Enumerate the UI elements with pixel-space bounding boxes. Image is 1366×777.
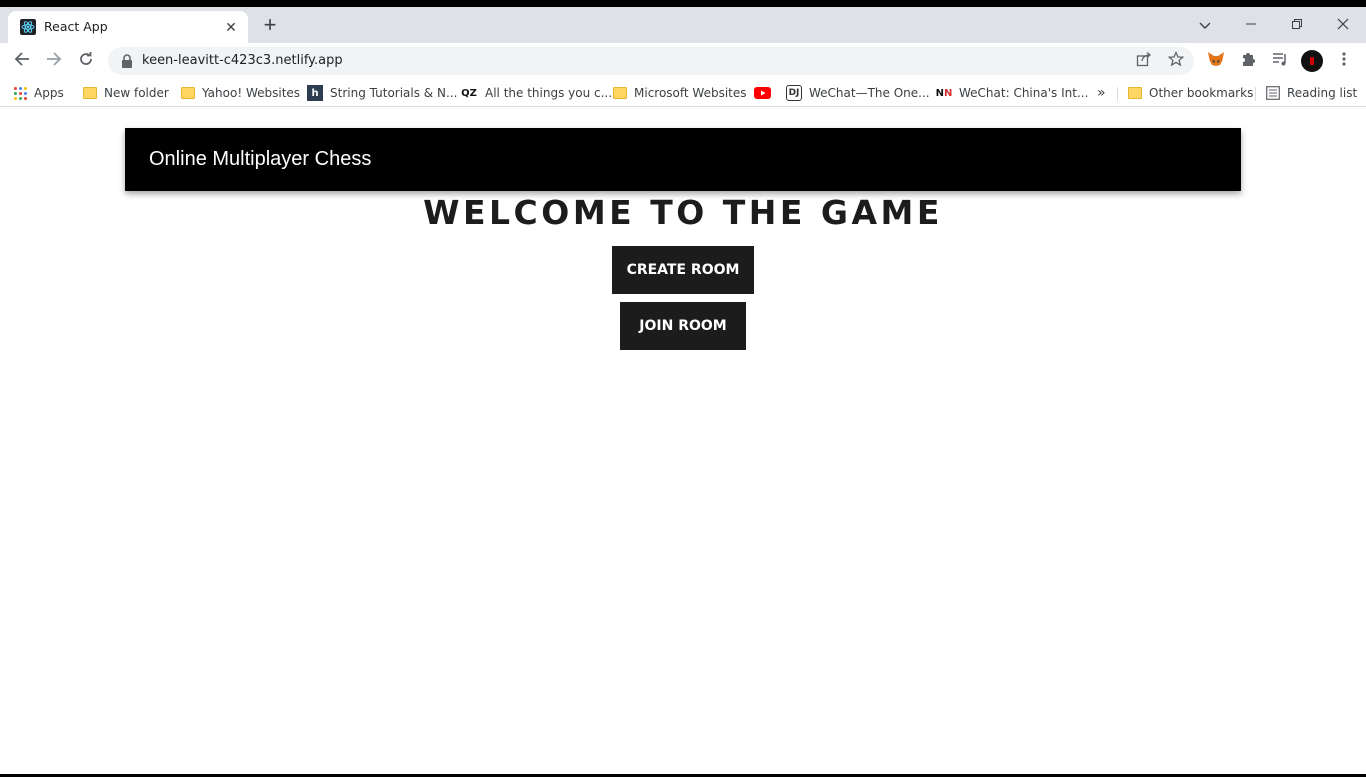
reload-icon[interactable] — [73, 48, 99, 74]
overflow-chevron-icon: » — [1097, 85, 1106, 101]
restore-icon[interactable] — [1285, 13, 1309, 37]
bookmarks-divider — [1117, 87, 1118, 101]
more-menu-icon[interactable] — [1334, 51, 1354, 71]
h-icon: h — [307, 85, 323, 101]
dj-icon: DJ — [786, 85, 802, 101]
metamask-fox-icon[interactable] — [1206, 51, 1226, 71]
bookmark-label: Reading list — [1287, 86, 1358, 100]
browser-window: React App ✕ + keen-leavitt-c423c3.netlif… — [0, 7, 1366, 774]
media-playlist-icon[interactable] — [1270, 51, 1290, 71]
bookmark-label: Other bookmarks — [1149, 86, 1254, 100]
create-room-button[interactable]: CREATE ROOM — [612, 246, 754, 294]
bookmark-youtube[interactable] — [754, 83, 771, 103]
bookmarks-overflow-button[interactable]: » — [1097, 83, 1106, 103]
url-text[interactable]: keen-leavitt-c423c3.netlify.app — [142, 53, 343, 68]
bookmark-microsoft-websites[interactable]: Microsoft Websites — [613, 83, 747, 103]
tab-strip: React App ✕ + — [0, 7, 1366, 43]
bookmark-apps[interactable]: Apps — [14, 83, 64, 103]
bookmark-string-tutorials[interactable]: h String Tutorials & N... — [307, 83, 457, 103]
folder-icon — [83, 87, 97, 99]
navbar-title: Online Multiplayer Chess — [149, 148, 372, 170]
nn-icon: NN — [935, 87, 953, 99]
bookmark-all-the-things[interactable]: QZ All the things you c... — [460, 83, 612, 103]
tab-search-chevron-icon[interactable] — [1193, 13, 1217, 37]
lock-icon[interactable] — [121, 54, 133, 68]
qz-icon: QZ — [461, 87, 477, 99]
react-icon — [20, 19, 36, 35]
apps-grid-icon — [14, 86, 27, 100]
bookmark-label: Yahoo! Websites — [202, 86, 301, 100]
page-title: WELCOME TO THE GAME — [423, 193, 943, 232]
bookmarks-bar: Apps New folder Yahoo! Websites h String… — [0, 79, 1366, 107]
bookmark-wechat-china[interactable]: NN WeChat: China's Int... — [935, 83, 1089, 103]
close-window-icon[interactable] — [1331, 13, 1355, 37]
bookmark-label: String Tutorials & N... — [330, 86, 458, 100]
bookmark-label: New folder — [104, 86, 169, 100]
close-tab-icon[interactable]: ✕ — [222, 18, 240, 36]
page-viewport: Online Multiplayer Chess WELCOME TO THE … — [0, 108, 1366, 774]
bookmark-label: WeChat—The One... — [809, 86, 930, 100]
share-icon[interactable] — [1134, 51, 1154, 71]
bookmark-wechat-one[interactable]: DJ WeChat—The One... — [786, 83, 930, 103]
reading-list-icon — [1266, 86, 1280, 100]
bookmark-label: All the things you c... — [485, 86, 613, 100]
bookmark-label: WeChat: China's Int... — [959, 86, 1089, 100]
folder-icon — [1128, 87, 1142, 99]
address-bar[interactable]: keen-leavitt-c423c3.netlify.app — [108, 47, 1194, 75]
tab-react-app[interactable]: React App ✕ — [8, 11, 248, 43]
join-room-button[interactable]: JOIN ROOM — [620, 302, 746, 350]
reading-list-button[interactable]: Reading list — [1266, 83, 1357, 103]
bookmark-label: Apps — [34, 86, 64, 100]
bookmark-label: Microsoft Websites — [634, 86, 747, 100]
bookmark-new-folder[interactable]: New folder — [83, 83, 169, 103]
bookmarks-divider — [1255, 87, 1256, 101]
profile-avatar[interactable] — [1301, 50, 1323, 72]
bookmark-star-icon[interactable] — [1166, 50, 1186, 71]
bookmark-yahoo-websites[interactable]: Yahoo! Websites — [181, 83, 300, 103]
forward-arrow-icon[interactable] — [41, 48, 67, 74]
bookmark-other-bookmarks[interactable]: Other bookmarks — [1128, 83, 1253, 103]
folder-icon — [613, 87, 627, 99]
back-arrow-icon[interactable] — [9, 48, 35, 74]
minimize-icon[interactable] — [1239, 13, 1263, 37]
youtube-icon — [754, 87, 771, 99]
new-tab-button[interactable]: + — [258, 13, 282, 37]
extensions-puzzle-icon[interactable] — [1238, 51, 1258, 71]
folder-icon — [181, 87, 195, 99]
browser-toolbar: keen-leavitt-c423c3.netlify.app — [0, 43, 1366, 79]
app-navbar: Online Multiplayer Chess — [125, 128, 1241, 191]
tab-title: React App — [44, 19, 108, 34]
